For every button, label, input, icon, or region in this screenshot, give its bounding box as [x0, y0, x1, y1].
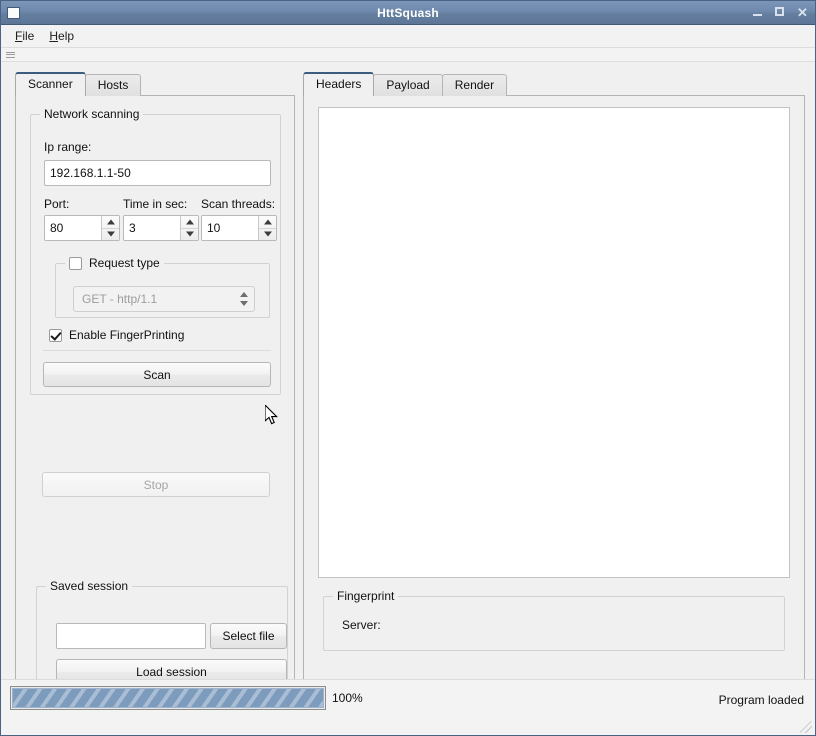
ip-range-input[interactable]: 192.168.1.1-50	[44, 160, 271, 186]
tab-payload[interactable]: Payload	[373, 74, 442, 96]
app-window-icon	[7, 7, 20, 19]
status-message: Program loaded	[719, 693, 804, 707]
scan-button[interactable]: Scan	[43, 362, 271, 387]
enable-fingerprinting-checkbox[interactable]: Enable FingerPrinting	[49, 328, 184, 342]
tab-render-label: Render	[455, 78, 494, 92]
headers-textarea[interactable]	[318, 107, 790, 578]
stop-button-label: Stop	[144, 478, 169, 492]
status-bar: 100% Program loaded	[1, 679, 815, 735]
request-type-group: Request type GET - http/1.1	[55, 263, 270, 318]
enable-fingerprinting-checkbox-box[interactable]	[49, 329, 62, 342]
stop-button[interactable]: Stop	[42, 472, 270, 497]
time-in-sec-label: Time in sec:	[123, 197, 187, 211]
application-window: HttSquash ✕ File Help Scanner Hosts Ne	[0, 0, 816, 736]
session-file-input[interactable]	[56, 623, 206, 649]
main-content: Scanner Hosts Network scanning Ip range:…	[1, 62, 815, 679]
headers-tab-pane: Fingerprint Server:	[303, 95, 805, 730]
time-value: 3	[124, 216, 180, 240]
progress-bar-fill	[12, 688, 324, 708]
threads-spinner[interactable]: 10	[201, 215, 277, 241]
fingerprint-title: Fingerprint	[333, 589, 398, 603]
window-controls: ✕	[752, 6, 809, 19]
right-tab-bar: Headers Payload Render	[303, 72, 506, 96]
server-label: Server:	[342, 618, 381, 632]
time-spinner-down-icon[interactable]	[181, 229, 198, 241]
time-spinner[interactable]: 3	[123, 215, 199, 241]
title-bar: HttSquash ✕	[1, 1, 815, 25]
toolbar-strip	[1, 48, 815, 62]
menu-item-file[interactable]: File	[9, 27, 43, 45]
menu-bar: File Help	[1, 25, 815, 48]
request-type-label: Request type	[89, 256, 160, 270]
threads-value: 10	[202, 216, 258, 240]
select-file-button-label: Select file	[222, 629, 274, 643]
tab-scanner[interactable]: Scanner	[15, 72, 86, 96]
close-icon[interactable]: ✕	[796, 6, 809, 19]
request-type-checkbox[interactable]: Request type	[65, 256, 164, 270]
enable-fingerprinting-label: Enable FingerPrinting	[69, 328, 184, 342]
resize-grip-icon[interactable]	[800, 721, 812, 733]
scan-button-label: Scan	[143, 368, 170, 382]
saved-session-title: Saved session	[46, 579, 132, 593]
progress-bar	[10, 686, 326, 710]
port-spinner-buttons[interactable]	[101, 216, 119, 240]
time-spinner-buttons[interactable]	[180, 216, 198, 240]
ip-range-label: Ip range:	[44, 140, 91, 154]
tab-scanner-label: Scanner	[28, 77, 73, 91]
tab-render[interactable]: Render	[442, 74, 507, 96]
port-spinner-up-icon[interactable]	[102, 216, 119, 229]
threads-spinner-down-icon[interactable]	[259, 229, 276, 241]
tab-payload-label: Payload	[386, 78, 429, 92]
load-session-button-label: Load session	[136, 665, 207, 679]
port-spinner[interactable]: 80	[44, 215, 120, 241]
divider	[43, 350, 271, 351]
request-type-checkbox-box[interactable]	[69, 257, 82, 270]
maximize-icon[interactable]	[774, 6, 787, 19]
port-spinner-down-icon[interactable]	[102, 229, 119, 241]
threads-spinner-buttons[interactable]	[258, 216, 276, 240]
port-label: Port:	[44, 197, 69, 211]
progress-percent-label: 100%	[332, 691, 363, 705]
network-scanning-title: Network scanning	[40, 107, 143, 121]
tab-hosts[interactable]: Hosts	[85, 74, 142, 96]
fingerprint-group: Fingerprint Server:	[323, 596, 785, 651]
tab-headers-label: Headers	[316, 77, 361, 91]
toolbar-grip-icon[interactable]	[6, 52, 15, 58]
request-type-select[interactable]: GET - http/1.1	[73, 286, 255, 312]
scanner-tab-pane: Network scanning Ip range: 192.168.1.1-5…	[15, 95, 295, 730]
network-scanning-group: Network scanning Ip range: 192.168.1.1-5…	[30, 114, 281, 395]
request-type-value: GET - http/1.1	[74, 292, 234, 306]
left-tab-bar: Scanner Hosts	[15, 72, 140, 96]
port-value: 80	[45, 216, 101, 240]
window-title: HttSquash	[1, 6, 815, 20]
ip-range-value: 192.168.1.1-50	[50, 167, 131, 179]
scan-threads-label: Scan threads:	[201, 197, 275, 211]
tab-hosts-label: Hosts	[98, 78, 129, 92]
menu-item-help[interactable]: Help	[43, 27, 83, 45]
tab-headers[interactable]: Headers	[303, 72, 374, 96]
select-file-button[interactable]: Select file	[210, 623, 287, 649]
time-spinner-up-icon[interactable]	[181, 216, 198, 229]
chevron-updown-icon[interactable]	[234, 287, 254, 311]
minimize-icon[interactable]	[752, 6, 765, 19]
threads-spinner-up-icon[interactable]	[259, 216, 276, 229]
